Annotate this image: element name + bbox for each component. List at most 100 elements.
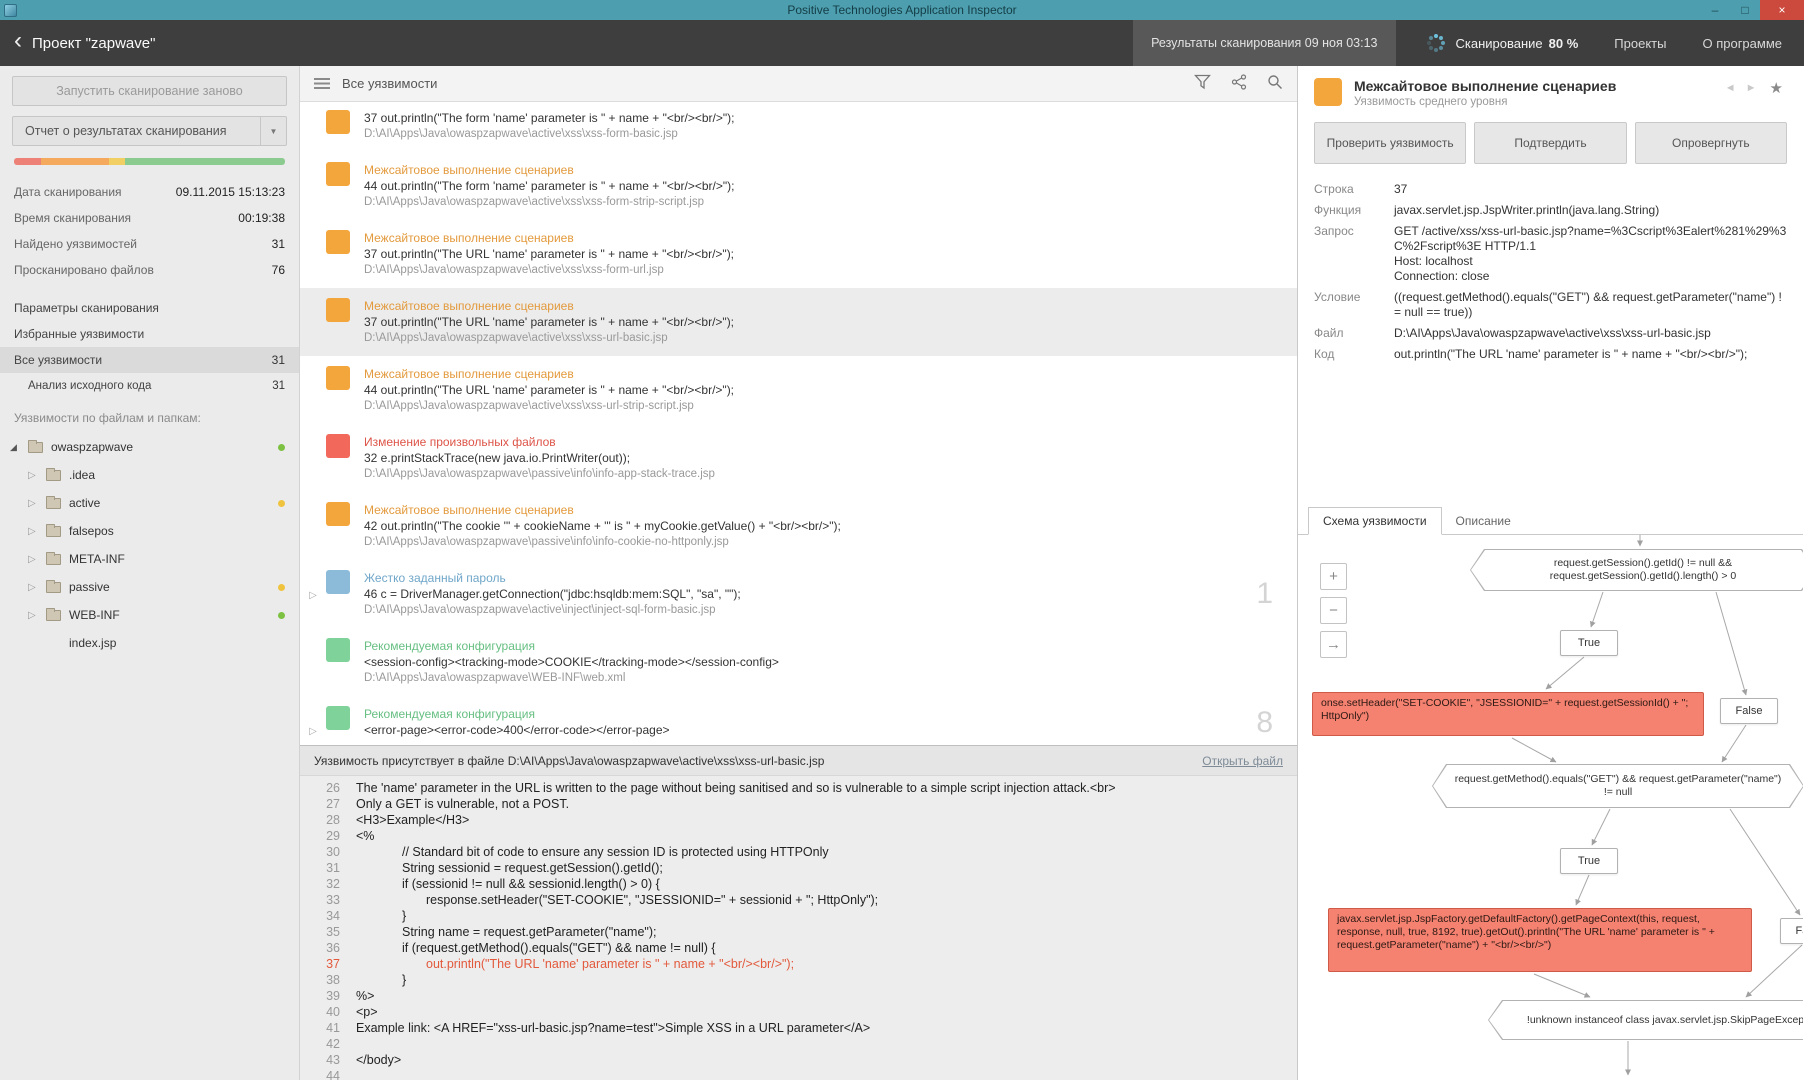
expander-icon[interactable]: ▷ [28, 554, 46, 565]
expander-icon[interactable]: ▷ [28, 582, 46, 593]
expander-icon[interactable]: ▷ [28, 470, 46, 481]
sidebar-nav-item[interactable]: Параметры сканирования [0, 295, 299, 321]
field-value: 37 [1394, 182, 1408, 196]
folder-icon [28, 439, 43, 453]
severity-distribution-bar [14, 158, 285, 165]
vulnerability-code-line: 42 out.println("The cookie '" + cookieNa… [364, 519, 841, 533]
expander-icon[interactable]: ◢ [10, 442, 28, 453]
diagram-false-node[interactable]: False [1720, 698, 1778, 724]
zoom-out-button[interactable]: − [1320, 597, 1347, 624]
vulnerability-row[interactable]: Межсайтовое выполнение сценариев 44 out.… [300, 152, 1297, 220]
tree-item[interactable]: ▷ .idea [0, 461, 299, 489]
expand-icon[interactable] [300, 434, 326, 482]
tab-scheme[interactable]: Схема уязвимости [1308, 507, 1442, 535]
scanning-status[interactable]: Сканирование 80 % [1456, 36, 1579, 51]
tab-description[interactable]: Описание [1442, 508, 1525, 534]
pan-arrow-button[interactable]: → [1320, 631, 1347, 658]
diagram-condition-node[interactable]: request.getMethod().equals("GET") && req… [1432, 764, 1803, 808]
tree-item[interactable]: ▷ WEB-INF [0, 601, 299, 629]
severity-level-label: Уязвимость среднего уровня [1354, 96, 1508, 108]
stat-value: 76 [271, 263, 285, 277]
sidebar-nav-item[interactable]: Избранные уязвимости [0, 321, 299, 347]
open-file-link[interactable]: Открыть файл [1202, 754, 1283, 768]
tree-item[interactable]: ▷ falsepos [0, 517, 299, 545]
maximize-button[interactable]: □ [1730, 0, 1760, 20]
back-icon[interactable]: ‹ [0, 27, 32, 59]
nav-label: Анализ исходного кода [28, 380, 152, 392]
chevron-down-icon[interactable]: ▼ [260, 117, 286, 145]
expander-icon[interactable]: ▷ [28, 498, 46, 509]
diagram-false-node[interactable]: False [1780, 918, 1803, 944]
zoom-in-button[interactable]: + [1320, 563, 1347, 590]
vulnerability-file-path: D:\AI\Apps\Java\owaspzapwave\active\xss\… [364, 332, 668, 344]
tree-item[interactable]: index.jsp [0, 629, 299, 657]
tree-item-label: owaspzapwave [51, 440, 134, 454]
vulnerability-row[interactable]: Изменение произвольных файлов 32 e.print… [300, 424, 1297, 492]
expand-icon[interactable]: ▷ [300, 706, 326, 740]
report-dropdown-button[interactable]: Отчет о результатах сканирования ▼ [12, 116, 287, 146]
vulnerability-title: Рекомендуемая конфигурация [364, 639, 535, 653]
expander-icon[interactable]: ▷ [28, 526, 46, 537]
expand-icon[interactable] [300, 502, 326, 550]
vulnerability-row[interactable]: 37 out.println("The form 'name' paramete… [300, 102, 1297, 152]
expand-icon[interactable] [300, 162, 326, 210]
code-line: 31 String sessionid = request.getSession… [300, 860, 1297, 876]
diagram-true-node[interactable]: True [1560, 848, 1618, 874]
vulnerability-row[interactable]: ▷ Жестко заданный пароль 46 c = DriverMa… [300, 560, 1297, 628]
tree-item[interactable]: ▷ passive [0, 573, 299, 601]
rescan-button[interactable]: Запустить сканирование заново [12, 76, 287, 106]
vulnerability-row[interactable]: Межсайтовое выполнение сценариев 37 out.… [300, 220, 1297, 288]
projects-menu[interactable]: Проекты [1614, 36, 1666, 51]
prev-vulnerability-icon[interactable]: ◄ [1725, 82, 1736, 94]
vulnerability-row[interactable]: Рекомендуемая конфигурация <session-conf… [300, 628, 1297, 696]
stat-value: 00:19:38 [238, 211, 285, 225]
expand-icon[interactable] [300, 366, 326, 414]
diagram-condition-node[interactable]: !unknown instanceof class javax.servlet.… [1488, 1000, 1803, 1040]
nav-label: Избранные уязвимости [14, 327, 145, 341]
filter-icon[interactable] [1194, 74, 1211, 93]
expand-icon[interactable] [300, 298, 326, 346]
next-vulnerability-icon[interactable]: ► [1746, 82, 1757, 94]
vulnerability-row[interactable]: Межсайтовое выполнение сценариев 37 out.… [300, 288, 1297, 356]
stat-label: Найдено уязвимостей [14, 237, 137, 251]
action-button[interactable]: Подтвердить [1474, 122, 1627, 164]
detail-field: Строка 37 [1314, 182, 1787, 197]
search-icon[interactable] [1267, 74, 1283, 93]
tree-item[interactable]: ◢ owaspzapwave [0, 433, 299, 461]
expand-icon[interactable]: ▷ [300, 570, 326, 618]
vulnerability-code-line: <error-page><error-code>400</error-code>… [364, 723, 670, 737]
favorite-star-icon[interactable]: ★ [1770, 79, 1783, 97]
field-label: Код [1314, 347, 1335, 361]
action-button[interactable]: Проверить уязвимость [1314, 122, 1467, 164]
expand-icon[interactable] [300, 110, 326, 142]
diagram-true-node[interactable]: True [1560, 630, 1618, 656]
close-button[interactable]: × [1760, 0, 1804, 20]
action-button[interactable]: Опровергнуть [1634, 122, 1787, 164]
vulnerability-code-line: 37 out.println("The URL 'name' parameter… [364, 247, 735, 261]
code-line: 30 // Standard bit of code to ensure any… [300, 844, 1297, 860]
tree-item[interactable]: ▷ META-INF [0, 545, 299, 573]
diagram-statement-node[interactable]: javax.servlet.jsp.JspFactory.getDefaultF… [1328, 908, 1752, 972]
sidebar-nav-item[interactable]: Анализ исходного кода 31 [0, 373, 299, 399]
vulnerability-row[interactable]: Межсайтовое выполнение сценариев 42 out.… [300, 492, 1297, 560]
expand-icon[interactable] [300, 230, 326, 278]
tree-item[interactable]: ▷ active [0, 489, 299, 517]
expander-icon[interactable]: ▷ [28, 610, 46, 621]
vulnerability-title: Межсайтовое выполнение сценариев [364, 503, 574, 517]
vulnerability-row[interactable]: Межсайтовое выполнение сценариев 44 out.… [300, 356, 1297, 424]
minimize-button[interactable]: – [1700, 0, 1730, 20]
diagram-statement-node[interactable]: onse.setHeader("SET-COOKIE", "JSESSIONID… [1312, 692, 1704, 736]
about-menu[interactable]: О программе [1702, 36, 1782, 51]
share-icon[interactable] [1231, 74, 1247, 93]
folder-icon [46, 467, 61, 481]
scan-results-section[interactable]: Результаты сканирования 09 ноя 03:13 [1133, 20, 1396, 66]
diagram-condition-node[interactable]: request.getSession().getId() != null && … [1470, 549, 1803, 591]
group-by-icon[interactable] [314, 78, 330, 89]
vulnerability-row[interactable]: ▷ Рекомендуемая конфигурация <error-page… [300, 696, 1297, 745]
line-number: 38 [326, 973, 340, 987]
sidebar-nav-item[interactable]: Все уязвимости 31 [0, 347, 299, 373]
code-panel: Уязвимость присутствует в файле D:\AI\Ap… [300, 745, 1297, 1080]
severity-segment [125, 158, 285, 165]
expand-icon[interactable] [300, 638, 326, 686]
line-number: 30 [326, 845, 340, 859]
